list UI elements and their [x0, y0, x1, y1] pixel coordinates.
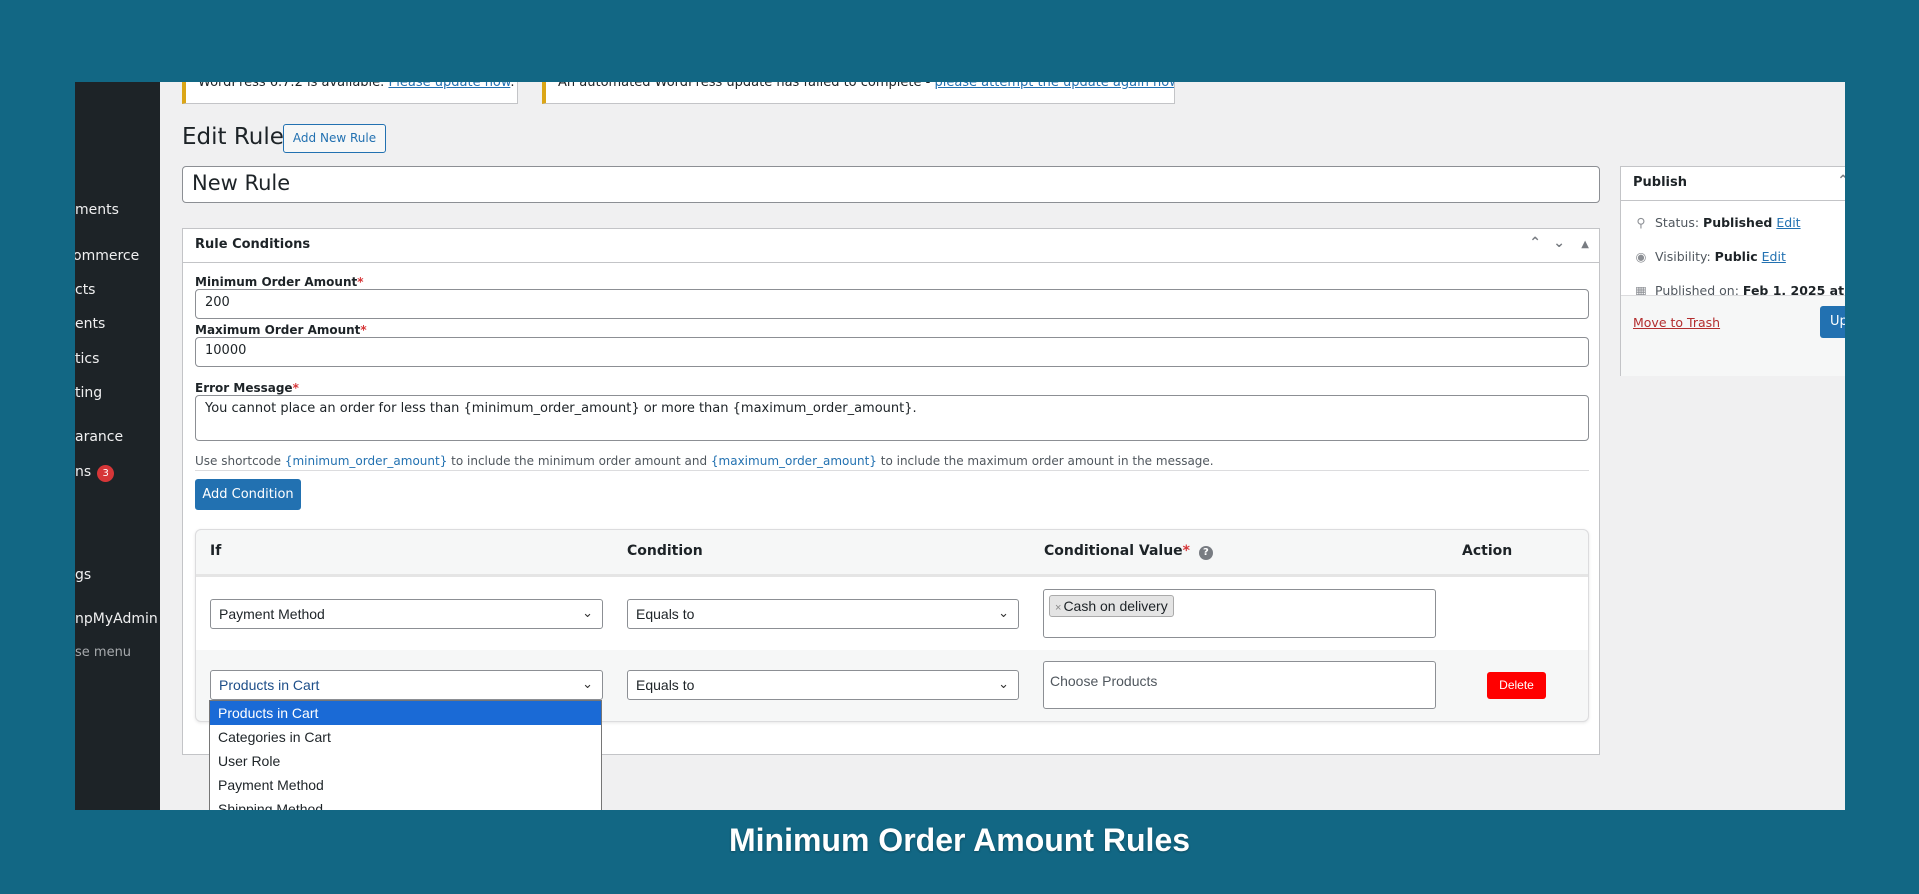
notice-end: .	[510, 82, 515, 90]
header-condition: Condition	[627, 543, 703, 559]
sidebar-item-analytics[interactable]: tics	[75, 351, 160, 367]
header-if: If	[210, 543, 222, 559]
sidebar-label: ents	[75, 316, 106, 332]
max-amount-input[interactable]: 10000	[195, 337, 1589, 367]
table-row: Payment Method ⌄ Equals to ⌄ × Cash on deli…	[196, 574, 1588, 650]
sidebar-item-phpmyadmin[interactable]: npMyAdmin	[75, 611, 160, 627]
chevron-down-icon: ⌄	[998, 605, 1009, 620]
toggle-panel-icon[interactable]: ▲	[1581, 239, 1589, 250]
collapse-icon[interactable]: ⌃	[1837, 173, 1845, 189]
error-message-label: Error Message*	[195, 381, 299, 395]
update-notice: WordPress 6.7.2 is available. Please upd…	[182, 82, 518, 104]
notice-text: WordPress 6.7.2 is available.	[198, 82, 389, 90]
chevron-down-icon: ⌄	[998, 676, 1009, 691]
sidebar-label: se menu	[75, 645, 132, 660]
sidebar-item-settings[interactable]: gs	[75, 567, 160, 583]
sidebar-label: ting	[75, 385, 103, 401]
max-amount-label: Maximum Order Amount*	[195, 323, 367, 337]
sidebar-item-appearance[interactable]: arance	[75, 429, 160, 445]
box-title: Rule Conditions	[195, 237, 311, 252]
if-select[interactable]: Payment Method ⌄	[210, 599, 603, 629]
min-amount-input[interactable]: 200	[195, 289, 1589, 319]
rule-conditions-header: Rule Conditions ⌃ ⌄ ▲	[183, 229, 1599, 263]
edit-status-link[interactable]: Edit	[1776, 215, 1800, 230]
conditions-table: If Condition Conditional Value* ? Action…	[195, 529, 1589, 722]
collapse-menu[interactable]: se menu	[75, 645, 160, 660]
status-row: ⚲ Status: Published Edit	[1633, 215, 1800, 230]
error-message-textarea[interactable]: You cannot place an order for less than …	[195, 395, 1589, 441]
move-down-icon[interactable]: ⌄	[1553, 235, 1565, 251]
sidebar-label: gs	[75, 567, 92, 583]
shortcode-help: Use shortcode {minimum_order_amount} to …	[195, 454, 1214, 468]
if-dropdown-list: Products in Cart Categories in Cart User…	[209, 700, 602, 810]
dropdown-option[interactable]: Shipping Method	[210, 797, 601, 810]
update-button[interactable]: Update	[1820, 306, 1845, 338]
publish-actions: Move to Trash Update	[1621, 295, 1845, 376]
conditional-value-input[interactable]: × Cash on delivery	[1043, 589, 1436, 638]
pin-icon: ⚲	[1636, 215, 1646, 230]
publish-title: Publish	[1633, 175, 1687, 190]
screenshot-frame: ments ommerce cts ents tics ting arance …	[75, 82, 1845, 810]
sidebar-item-comments[interactable]: ments	[75, 202, 160, 218]
sidebar-label: tics	[75, 351, 100, 367]
choose-products-input[interactable]: Choose Products	[1043, 661, 1436, 709]
publish-box: Publish ⌃ ⚲ Status: Published Edit ◉ Visibi…	[1620, 166, 1845, 376]
chevron-down-icon: ⌄	[582, 605, 593, 620]
dropdown-option[interactable]: Payment Method	[210, 773, 601, 797]
publish-header: Publish ⌃	[1621, 167, 1845, 201]
notice-text: An automated WordPress update has failed…	[558, 82, 935, 90]
sidebar-item-products[interactable]: cts	[75, 282, 160, 298]
chevron-down-icon: ⌄	[582, 676, 593, 691]
rule-conditions-box: Rule Conditions ⌃ ⌄ ▲ Minimum Order Amou…	[182, 228, 1600, 755]
page-title: Edit Rule	[182, 124, 284, 150]
delete-condition-button[interactable]: Delete	[1487, 672, 1546, 699]
sidebar-item-plugins[interactable]: ns 3	[75, 464, 160, 482]
move-to-trash-link[interactable]: Move to Trash	[1633, 315, 1720, 330]
admin-sidebar: ments ommerce cts ents tics ting arance …	[75, 82, 160, 810]
caption: Minimum Order Amount Rules	[728, 822, 1191, 858]
dropdown-option[interactable]: User Role	[210, 749, 601, 773]
update-now-link[interactable]: Please update now	[388, 82, 510, 90]
condition-select[interactable]: Equals to ⌄	[627, 599, 1019, 629]
sidebar-label: ments	[75, 202, 119, 218]
sidebar-item-woocommerce[interactable]: ommerce	[75, 248, 158, 264]
header-action: Action	[1462, 543, 1513, 559]
sidebar-item-marketing[interactable]: ting	[75, 385, 160, 401]
help-icon[interactable]: ?	[1198, 546, 1213, 560]
if-select[interactable]: Products in Cart ⌄	[210, 670, 603, 700]
eye-icon: ◉	[1635, 249, 1647, 264]
retry-update-link[interactable]: please attempt the update again now	[934, 82, 1174, 90]
add-condition-button[interactable]: Add Condition	[195, 479, 301, 510]
value-chip: × Cash on delivery	[1049, 595, 1174, 617]
rule-title-input[interactable]: New Rule	[182, 166, 1600, 203]
sidebar-label: cts	[75, 282, 96, 298]
condition-select[interactable]: Equals to ⌄	[627, 670, 1019, 700]
update-count-badge: 3	[97, 465, 115, 482]
remove-chip-icon[interactable]: ×	[1055, 602, 1061, 614]
visibility-row: ◉ Visibility: Public Edit	[1633, 249, 1786, 264]
sidebar-label: ns	[75, 464, 92, 480]
dropdown-option[interactable]: Products in Cart	[210, 701, 601, 725]
header-conditional-value: Conditional Value* ?	[1044, 543, 1213, 560]
min-amount-label: Minimum Order Amount*	[195, 275, 364, 289]
dropdown-option[interactable]: Categories in Cart	[210, 725, 601, 749]
divider	[195, 470, 1589, 471]
sidebar-label: ommerce	[75, 248, 140, 264]
edit-visibility-link[interactable]: Edit	[1762, 249, 1786, 264]
sidebar-item-payments[interactable]: ents	[75, 316, 160, 332]
add-new-rule-button[interactable]: Add New Rule	[283, 124, 386, 153]
update-failed-notice: An automated WordPress update has failed…	[542, 82, 1175, 104]
move-up-icon[interactable]: ⌃	[1529, 235, 1541, 251]
sidebar-label: arance	[75, 429, 124, 445]
sidebar-label: npMyAdmin	[75, 611, 158, 627]
